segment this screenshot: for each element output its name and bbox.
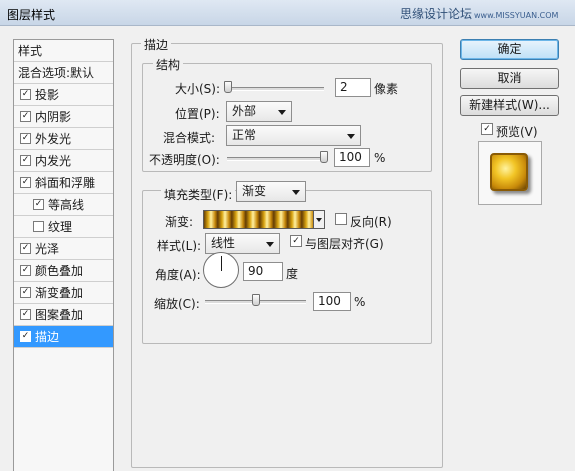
blend-mode-dropdown-value: 正常 <box>232 128 257 142</box>
fill-type-dropdown[interactable]: 渐变 <box>236 181 306 202</box>
gradient-label: 渐变: <box>165 215 194 229</box>
gradient-style-dropdown-value: 线性 <box>211 236 236 250</box>
style-list-item-inner-shadow[interactable]: ✓ 内阴影 <box>14 106 113 128</box>
size-slider-thumb[interactable] <box>224 81 232 93</box>
style-checkbox[interactable]: ✓ <box>20 331 31 342</box>
style-preview <box>478 141 542 205</box>
chevron-down-icon <box>278 110 286 115</box>
scale-input[interactable]: 100 <box>313 292 351 311</box>
scale-label: 缩放(C): <box>154 297 200 311</box>
fill-type-dropdown-value: 渐变 <box>242 184 267 198</box>
style-list-item-color-overlay[interactable]: ✓ 颜色叠加 <box>14 260 113 282</box>
preview-tile <box>490 153 528 191</box>
reverse-checkbox[interactable] <box>335 213 347 225</box>
style-list-item-stroke[interactable]: ✓ 描边 <box>14 326 113 348</box>
style-list-item-label: 渐变叠加 <box>35 286 84 300</box>
style-list-item-inner-glow[interactable]: ✓ 内发光 <box>14 150 113 172</box>
style-list-item-texture[interactable]: 纹理 <box>14 216 113 238</box>
new-style-button[interactable]: 新建样式(W)... <box>460 95 559 116</box>
style-list-item-label: 等高线 <box>48 198 85 212</box>
stroke-group-title: 描边 <box>141 36 172 53</box>
blend-mode-dropdown[interactable]: 正常 <box>226 125 361 146</box>
style-list-item-bevel-emboss[interactable]: ✓ 斜面和浮雕 <box>14 172 113 194</box>
chevron-down-icon <box>347 134 355 139</box>
style-list-header[interactable]: 样式 <box>14 40 113 62</box>
preview-label: 预览(V) <box>496 125 538 139</box>
angle-dial-needle <box>221 256 222 271</box>
style-list-item-pattern-overlay[interactable]: ✓ 图案叠加 <box>14 304 113 326</box>
style-checkbox[interactable]: ✓ <box>33 199 44 210</box>
style-checkbox[interactable]: ✓ <box>20 133 31 144</box>
ok-button[interactable]: 确定 <box>460 39 559 60</box>
gradient-style-label: 样式(L): <box>157 239 202 253</box>
opacity-unit: % <box>374 151 386 165</box>
align-with-layer-label: 与图层对齐(G) <box>305 237 384 251</box>
style-list-item-contour[interactable]: ✓ 等高线 <box>14 194 113 216</box>
size-unit: 像素 <box>374 82 399 96</box>
style-list-item-label: 外发光 <box>35 132 72 146</box>
style-list-item-label: 投影 <box>35 88 60 102</box>
angle-unit: 度 <box>286 267 299 281</box>
size-label: 大小(S): <box>175 82 221 96</box>
opacity-label: 不透明度(O): <box>149 153 220 167</box>
style-list-item-label: 描边 <box>35 330 60 344</box>
size-input[interactable]: 2 <box>335 78 371 97</box>
position-label: 位置(P): <box>175 107 220 121</box>
style-checkbox[interactable]: ✓ <box>20 177 31 188</box>
scale-slider-thumb[interactable] <box>251 294 260 306</box>
watermark-text: 思缘设计论坛 <box>400 7 473 21</box>
blend-mode-label: 混合模式: <box>163 131 216 145</box>
preview-checkbox[interactable]: ✓ <box>481 123 493 135</box>
opacity-input[interactable]: 100 <box>334 148 370 167</box>
style-checkbox[interactable]: ✓ <box>20 111 31 122</box>
style-list-header-label: 样式 <box>18 44 43 58</box>
style-checkbox[interactable]: ✓ <box>20 89 31 100</box>
style-checkbox[interactable]: ✓ <box>20 287 31 298</box>
size-slider-track[interactable] <box>224 87 324 91</box>
scale-unit: % <box>354 295 366 309</box>
dialog-body: 样式 混合选项:默认 ✓ 投影 ✓ 内阴影 ✓ 外发光 ✓ 内发光 ✓ 斜面和浮雕 ✓ 等高线纹理 ✓ 光泽… <box>0 26 575 471</box>
cancel-button[interactable]: 取消 <box>460 68 559 89</box>
style-list-item-label: 内阴影 <box>35 110 72 124</box>
align-with-layer-checkbox[interactable]: ✓ <box>290 235 302 247</box>
style-checkbox[interactable]: ✓ <box>20 243 31 254</box>
opacity-slider-thumb[interactable] <box>320 151 328 163</box>
style-list-item-outer-glow[interactable]: ✓ 外发光 <box>14 128 113 150</box>
chevron-down-icon <box>266 242 274 247</box>
style-list-item-label: 图案叠加 <box>35 308 84 322</box>
style-list-item-label: 光泽 <box>35 242 60 256</box>
style-list-item-label: 颜色叠加 <box>35 264 84 278</box>
reverse-label: 反向(R) <box>350 215 392 229</box>
style-checkbox[interactable]: ✓ <box>20 155 31 166</box>
angle-input[interactable]: 90 <box>243 262 283 281</box>
style-list-item-drop-shadow[interactable]: ✓ 投影 <box>14 84 113 106</box>
angle-label: 角度(A): <box>155 268 201 282</box>
chevron-down-icon <box>292 190 300 195</box>
style-checkbox[interactable]: ✓ <box>20 265 31 276</box>
style-list: 样式 混合选项:默认 ✓ 投影 ✓ 内阴影 ✓ 外发光 ✓ 内发光 ✓ 斜面和浮雕 ✓ 等高线纹理 ✓ 光泽… <box>13 39 114 471</box>
style-checkbox[interactable]: ✓ <box>20 309 31 320</box>
style-list-item-satin[interactable]: ✓ 光泽 <box>14 238 113 260</box>
style-list-item-label: 内发光 <box>35 154 72 168</box>
watermark: 思缘设计论坛 www.MISSYUAN.COM <box>400 5 558 22</box>
style-checkbox[interactable] <box>33 221 44 232</box>
fill-type-label: 填充类型(F): <box>161 186 236 203</box>
chevron-down-icon[interactable] <box>313 211 324 228</box>
title-bar: 图层样式 思缘设计论坛 www.MISSYUAN.COM <box>0 0 575 26</box>
style-list-item-blending-options[interactable]: 混合选项:默认 <box>14 62 113 84</box>
gradient-swatch[interactable] <box>203 210 325 229</box>
style-list-item-label: 混合选项:默认 <box>18 66 95 80</box>
opacity-slider-track[interactable] <box>227 157 328 161</box>
window-title: 图层样式 <box>7 8 56 22</box>
angle-dial[interactable] <box>203 252 239 288</box>
structure-group-title: 结构 <box>153 56 184 73</box>
style-list-item-label: 斜面和浮雕 <box>35 176 96 190</box>
style-list-item-label: 纹理 <box>48 220 73 234</box>
style-list-item-gradient-overlay[interactable]: ✓ 渐变叠加 <box>14 282 113 304</box>
position-dropdown-value: 外部 <box>232 104 257 118</box>
watermark-url: www.MISSYUAN.COM <box>474 11 559 20</box>
gradient-style-dropdown[interactable]: 线性 <box>205 233 280 254</box>
position-dropdown[interactable]: 外部 <box>226 101 292 122</box>
